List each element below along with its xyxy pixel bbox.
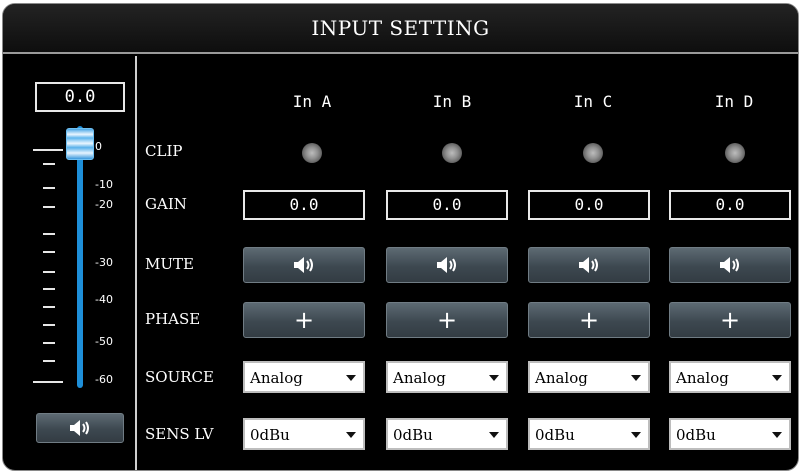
- gain-field-c[interactable]: 0.0: [528, 190, 650, 220]
- phase-value-b: +: [436, 306, 458, 334]
- source-select-b[interactable]: Analog: [386, 361, 508, 393]
- speaker-icon: [720, 257, 739, 273]
- sens-value-b: 0dBu: [393, 426, 433, 444]
- source-value-d: Analog: [676, 369, 729, 387]
- speaker-icon: [70, 420, 89, 436]
- scale-tick: [43, 342, 55, 344]
- sens-value-a: 0dBu: [250, 426, 290, 444]
- mute-button-a[interactable]: [243, 247, 365, 283]
- phase-button-c[interactable]: +: [528, 302, 650, 338]
- gain-field-a[interactable]: 0.0: [243, 190, 365, 220]
- scale-label-50: -50: [95, 335, 113, 348]
- speaker-icon: [437, 257, 456, 273]
- phase-button-b[interactable]: +: [386, 302, 508, 338]
- dropdown-arrow-icon: [489, 375, 499, 381]
- source-value-c: Analog: [535, 369, 588, 387]
- scale-tick: [43, 206, 55, 208]
- dropdown-arrow-icon: [631, 432, 641, 438]
- source-select-a[interactable]: Analog: [243, 361, 365, 393]
- row-label-sens: SENS LV: [145, 425, 214, 443]
- source-select-c[interactable]: Analog: [528, 361, 650, 393]
- gain-field-d[interactable]: 0.0: [669, 190, 791, 220]
- row-label-source: SOURCE: [145, 368, 214, 386]
- master-fader-knob[interactable]: [66, 128, 94, 160]
- source-value-b: Analog: [393, 369, 446, 387]
- scale-tick: [43, 306, 55, 308]
- sens-select-b[interactable]: 0dBu: [386, 418, 508, 450]
- scale-tick: [43, 324, 55, 326]
- phase-value-a: +: [293, 306, 315, 334]
- dropdown-arrow-icon: [772, 375, 782, 381]
- sens-select-c[interactable]: 0dBu: [528, 418, 650, 450]
- phase-button-a[interactable]: +: [243, 302, 365, 338]
- source-select-d[interactable]: Analog: [669, 361, 791, 393]
- phase-value-d: +: [719, 306, 741, 334]
- gain-field-b[interactable]: 0.0: [386, 190, 508, 220]
- channel-header-b: In B: [432, 92, 472, 111]
- scale-tick: [43, 288, 55, 290]
- channel-panel: CLIP GAIN MUTE PHASE SOURCE SENS LV In A…: [137, 56, 798, 470]
- scale-tick: [33, 381, 63, 383]
- input-setting-window: INPUT SETTING 0.0 0 -10 -20 -30 -40 -50 …: [2, 3, 799, 471]
- scale-tick: [43, 251, 55, 253]
- scale-tick: [43, 163, 55, 165]
- phase-button-d[interactable]: +: [669, 302, 791, 338]
- scale-label-40: -40: [95, 293, 113, 306]
- clip-indicator-d: [725, 143, 745, 163]
- speaker-icon: [579, 257, 598, 273]
- speaker-icon: [294, 257, 313, 273]
- sens-select-d[interactable]: 0dBu: [669, 418, 791, 450]
- scale-label-10: -10: [95, 178, 113, 191]
- dropdown-arrow-icon: [346, 375, 356, 381]
- row-label-gain: GAIN: [145, 195, 187, 213]
- scale-tick: [43, 233, 55, 235]
- master-fader-track[interactable]: [77, 126, 83, 388]
- channel-header-c: In C: [573, 92, 613, 111]
- mute-button-d[interactable]: [669, 247, 791, 283]
- source-value-a: Analog: [250, 369, 303, 387]
- scale-tick: [43, 187, 55, 189]
- sens-value-d: 0dBu: [676, 426, 716, 444]
- row-label-mute: MUTE: [145, 255, 194, 273]
- dropdown-arrow-icon: [346, 432, 356, 438]
- scale-tick: [43, 360, 55, 362]
- window-title: INPUT SETTING: [3, 4, 798, 54]
- master-level-display[interactable]: 0.0: [35, 82, 125, 112]
- clip-indicator-c: [583, 143, 603, 163]
- scale-tick: [43, 271, 55, 273]
- channel-header-d: In D: [714, 92, 754, 111]
- mute-button-c[interactable]: [528, 247, 650, 283]
- scale-label-60: -60: [95, 373, 113, 386]
- sens-select-a[interactable]: 0dBu: [243, 418, 365, 450]
- master-panel: 0.0 0 -10 -20 -30 -40 -50 -60: [3, 56, 137, 470]
- master-mute-button[interactable]: [36, 413, 124, 443]
- dropdown-arrow-icon: [772, 432, 782, 438]
- scale-label-20: -20: [95, 198, 113, 211]
- row-label-phase: PHASE: [145, 310, 201, 328]
- dropdown-arrow-icon: [489, 432, 499, 438]
- sens-value-c: 0dBu: [535, 426, 575, 444]
- phase-value-c: +: [578, 306, 600, 334]
- clip-indicator-b: [442, 143, 462, 163]
- scale-tick: [33, 149, 63, 151]
- scale-label-30: -30: [95, 256, 113, 269]
- channel-header-a: In A: [292, 92, 332, 111]
- scale-label-0: 0: [95, 140, 102, 153]
- dropdown-arrow-icon: [631, 375, 641, 381]
- mute-button-b[interactable]: [386, 247, 508, 283]
- clip-indicator-a: [302, 143, 322, 163]
- row-label-clip: CLIP: [145, 142, 183, 160]
